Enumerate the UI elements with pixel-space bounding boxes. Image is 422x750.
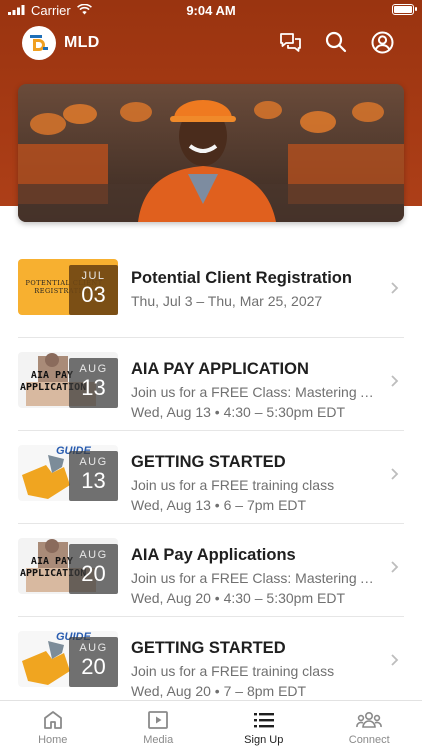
event-description: Join us for a FREE training class	[131, 477, 335, 493]
app-title: MLD	[64, 34, 100, 51]
tab-media[interactable]: Media	[106, 701, 212, 750]
people-icon	[356, 711, 383, 728]
list-icon	[253, 713, 274, 728]
tab-connect[interactable]: Connect	[317, 701, 422, 750]
list-item[interactable]: AIA PAY APPLICATION AUG 20 AIA Pay Appli…	[0, 524, 422, 617]
list-item[interactable]: POTENTIAL CLIENT REGISTRATION JUL 03 Pot…	[0, 245, 422, 338]
battery-icon	[392, 4, 417, 15]
event-description: Join us for a FREE Class: Mastering AIA …	[131, 384, 383, 400]
date-badge: JUL 03	[69, 265, 118, 315]
event-dates: Thu, Jul 3 – Thu, Mar 25, 2027	[131, 293, 323, 309]
event-description: Join us for a FREE training class	[131, 663, 335, 679]
status-bar: Carrier 9:04 AM	[0, 0, 422, 22]
event-time: Wed, Aug 13 • 6 – 7pm EDT	[131, 497, 307, 513]
event-time: Wed, Aug 13 • 4:30 – 5:30pm EDT	[131, 404, 345, 420]
event-description: Join us for a FREE Class: Mastering AIA …	[131, 570, 383, 586]
tab-bar: Home Media Sign Up Connect	[0, 700, 422, 750]
tab-home[interactable]: Home	[0, 701, 106, 750]
home-icon	[43, 711, 62, 729]
event-title: AIA Pay Applications	[131, 546, 296, 564]
app-logo[interactable]	[22, 26, 56, 60]
status-time: 9:04 AM	[186, 3, 236, 18]
chevron-right-icon	[391, 282, 399, 294]
hero-photo	[18, 84, 404, 222]
hero-image	[18, 84, 404, 222]
app-bar: MLD	[0, 24, 422, 64]
event-title: GETTING STARTED	[131, 453, 286, 471]
chevron-right-icon	[391, 375, 399, 387]
date-badge: AUG 13	[69, 451, 118, 501]
search-icon[interactable]	[324, 30, 348, 54]
events-list: POTENTIAL CLIENT REGISTRATION JUL 03 Pot…	[0, 245, 422, 710]
chevron-right-icon	[391, 468, 399, 480]
profile-icon[interactable]	[370, 30, 394, 54]
chevron-right-icon	[391, 654, 399, 666]
date-badge: AUG 13	[69, 358, 118, 408]
event-time: Wed, Aug 20 • 7 – 8pm EDT	[131, 683, 307, 699]
list-item[interactable]: GUIDE AUG 13 GETTING STARTED Join us for…	[0, 431, 422, 524]
date-badge: AUG 20	[69, 637, 118, 687]
event-title: GETTING STARTED	[131, 639, 286, 657]
chat-icon[interactable]	[278, 30, 302, 54]
event-time: Wed, Aug 20 • 4:30 – 5:30pm EDT	[131, 590, 345, 606]
tab-sign-up[interactable]: Sign Up	[211, 701, 317, 750]
media-icon	[148, 711, 169, 729]
event-title: AIA PAY APPLICATION	[131, 360, 309, 378]
list-item[interactable]: GUIDE AUG 20 GETTING STARTED Join us for…	[0, 617, 422, 710]
chevron-right-icon	[391, 561, 399, 573]
date-badge: AUG 20	[69, 544, 118, 594]
event-title: Potential Client Registration	[131, 269, 352, 287]
list-item[interactable]: AIA PAY APPLICATION AUG 13 AIA PAY APPLI…	[0, 338, 422, 431]
